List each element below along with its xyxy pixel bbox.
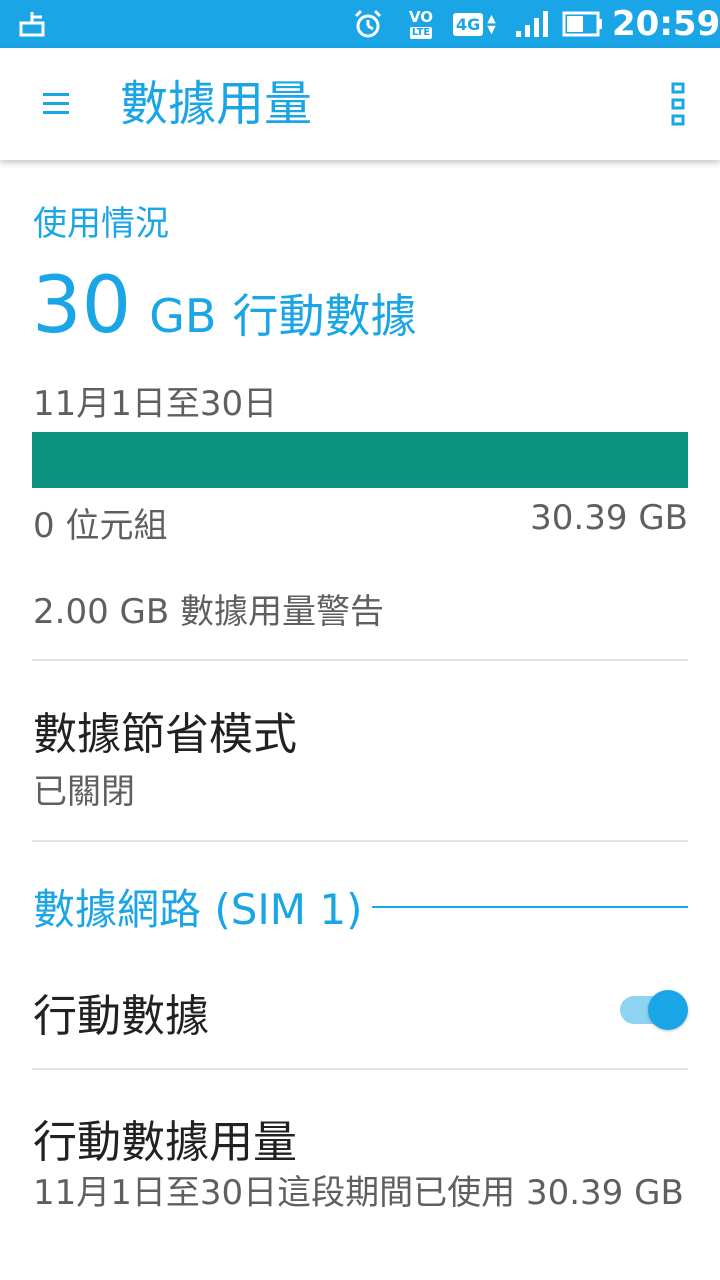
mobile-data-label: 行動數據	[33, 991, 209, 1042]
mobile-data-row[interactable]: 行動數據	[0, 960, 720, 1056]
app-bar: 數據用量	[0, 48, 720, 160]
data-saver-title[interactable]: 數據節省模式	[33, 698, 297, 762]
content: 使用情況 30 GB 行動數據 11月1日至30日 0 位元組 30.39 GB…	[0, 160, 720, 1280]
volte-top-label: VO	[408, 7, 434, 26]
section-title: 數據網路 (SIM 1)	[33, 885, 363, 934]
more-vert-icon[interactable]	[654, 76, 702, 132]
hamburger-menu-icon[interactable]	[26, 76, 86, 132]
divider	[32, 659, 688, 661]
usage-bar-min-label: 0 位元組	[33, 506, 168, 546]
volte-icon: VO LTE	[404, 0, 438, 48]
data-saver-status: 已關閉	[33, 772, 135, 812]
usage-amount-unit: GB	[149, 289, 217, 343]
4g-icon: 4G ▲ ▼	[453, 0, 496, 48]
usage-period[interactable]: 11月1日至30日	[33, 376, 277, 425]
status-bar: VO LTE 4G ▲ ▼ 20:59	[0, 0, 720, 48]
battery-icon	[562, 0, 604, 48]
page-title: 數據用量	[120, 76, 313, 132]
notification-icon	[18, 0, 48, 48]
divider	[32, 840, 688, 842]
divider	[32, 1068, 688, 1070]
network-type-label: 4G	[453, 12, 484, 36]
usage-progress-fill	[32, 432, 688, 488]
mobile-data-usage-title[interactable]: 行動數據用量	[33, 1106, 297, 1170]
usage-section-label: 使用情況	[33, 204, 169, 244]
volte-bottom-label: LTE	[409, 26, 433, 39]
usage-progress-bar	[32, 432, 688, 488]
alarm-icon	[352, 0, 384, 48]
signal-icon	[514, 0, 550, 48]
usage-warning: 2.00 GB 數據用量警告	[33, 592, 384, 632]
mobile-data-usage-description: 11月1日至30日這段期間已使用 30.39 GB	[33, 1173, 684, 1213]
toggle-thumb	[648, 990, 688, 1030]
data-usage-screen: VO LTE 4G ▲ ▼ 20:59 數據用量 使用情況 30 GB 行動數據…	[0, 0, 720, 1280]
usage-amount: 30 GB 行動數據	[32, 258, 416, 354]
mobile-data-toggle[interactable]	[620, 984, 690, 1030]
section-line	[372, 905, 688, 908]
usage-amount-value: 30	[32, 261, 132, 351]
usage-bar-max-label: 30.39 GB	[530, 498, 688, 538]
data-activity-arrows-icon: ▲ ▼	[487, 12, 496, 36]
usage-amount-label: 行動數據	[232, 289, 417, 343]
section-header: 數據網路 (SIM 1)	[33, 876, 688, 937]
status-time: 20:59	[612, 4, 720, 44]
